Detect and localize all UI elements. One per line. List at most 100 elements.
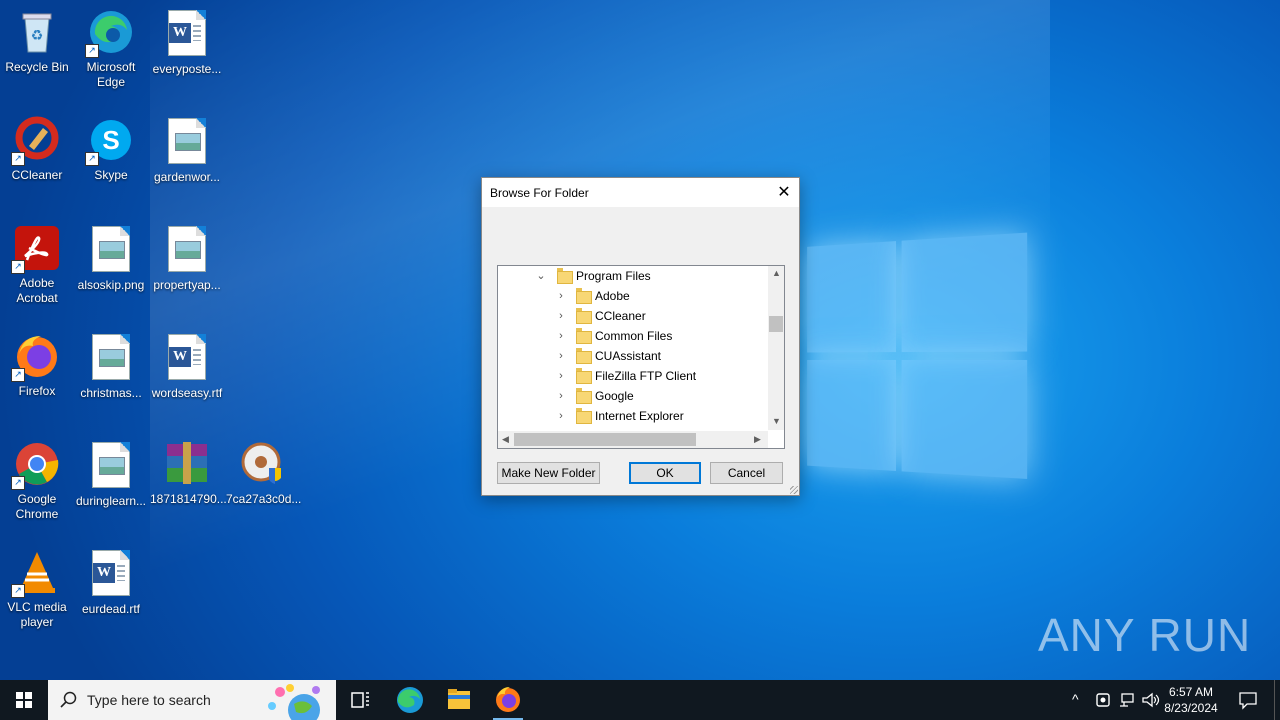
horizontal-scroll-thumb[interactable] (514, 433, 696, 446)
tree-item-adobe[interactable]: › Adobe (498, 286, 768, 306)
tree-item-label: CCleaner (595, 309, 646, 323)
desktop-icon-google-chrome[interactable]: ↗ Google Chrome (0, 440, 74, 522)
folder-icon (576, 368, 592, 384)
chevron-right-icon[interactable]: › (556, 406, 566, 426)
image-file-icon (163, 118, 211, 166)
folder-icon (557, 268, 573, 284)
task-view-button[interactable] (336, 680, 384, 720)
vertical-scroll-thumb[interactable] (769, 316, 783, 332)
anyrun-watermark: ANY RUN (1038, 609, 1252, 661)
ok-button[interactable]: OK (629, 462, 701, 484)
chevron-down-icon[interactable]: ⌄ (536, 266, 546, 286)
shortcut-arrow-icon: ↗ (11, 368, 25, 382)
close-icon[interactable]: ✕ (769, 178, 799, 207)
shortcut-arrow-icon: ↗ (85, 44, 99, 58)
taskbar-search-box[interactable]: Type here to search (48, 680, 336, 720)
desktop-icon-duringlearn[interactable]: duringlearn... (74, 440, 148, 509)
tree-item-common-files[interactable]: › Common Files (498, 326, 768, 346)
vlc-icon: ↗ (11, 548, 61, 598)
meet-now-icon[interactable] (1094, 691, 1112, 709)
resize-grip-icon[interactable] (790, 486, 798, 494)
desktop-icon-vlc[interactable]: ↗ VLC media player (0, 548, 74, 630)
chevron-right-icon[interactable]: › (556, 326, 566, 346)
scroll-left-icon[interactable]: ◀ (502, 434, 509, 445)
chevron-right-icon[interactable]: › (556, 366, 566, 386)
cancel-button[interactable]: Cancel (710, 462, 783, 484)
tree-item-google[interactable]: › Google (498, 386, 768, 406)
desktop-icon-eurdead[interactable]: W eurdead.rtf (74, 548, 148, 617)
tree-item-label: Program Files (576, 269, 651, 283)
chevron-right-icon[interactable]: › (556, 306, 566, 326)
desktop-icon-1871814790[interactable]: 1871814790... (150, 440, 227, 507)
browse-for-folder-dialog: Browse For Folder ✕ ⌄ Program Files › Ad… (481, 177, 800, 496)
desktop-icon-wordseasy[interactable]: W wordseasy.rtf (150, 332, 224, 401)
clock-date: 8/23/2024 (1164, 701, 1218, 715)
taskbar-clock[interactable]: 6:57 AM 8/23/2024 (1156, 684, 1226, 716)
desktop-icon-firefox[interactable]: ↗ Firefox (0, 332, 74, 399)
desktop-icon-7ca27a3c0d[interactable]: 7ca27a3c0d... (226, 440, 301, 507)
tree-item-filezilla[interactable]: › FileZilla FTP Client (498, 366, 768, 386)
search-placeholder: Type here to search (87, 692, 211, 708)
start-button[interactable] (0, 680, 48, 720)
svg-text:S: S (102, 125, 119, 155)
desktop-icon-propertyap[interactable]: propertyap... (150, 224, 224, 293)
desktop-icon-everyposte[interactable]: W everyposte... (150, 8, 224, 77)
horizontal-scrollbar[interactable]: ◀ ▶ (498, 431, 768, 448)
tree-item-internet-explorer[interactable]: › Internet Explorer (498, 406, 768, 426)
tree-item-program-files[interactable]: ⌄ Program Files (498, 266, 768, 286)
desktop-icon-gardenwor[interactable]: gardenwor... (150, 116, 224, 185)
task-view-icon (351, 692, 369, 708)
desktop-icon-christmas[interactable]: christmas... (74, 332, 148, 401)
taskbar: Type here to search ^ 6:57 AM 8/23/2024 (0, 680, 1280, 720)
dialog-title: Browse For Folder (490, 186, 589, 200)
desktop-icon-edge[interactable]: ↗ Microsoft Edge (74, 8, 148, 90)
firefox-icon (496, 687, 520, 712)
show-desktop-button[interactable] (1274, 680, 1280, 720)
folder-icon (576, 408, 592, 424)
shortcut-arrow-icon: ↗ (11, 584, 25, 598)
desktop-icon-recycle-bin[interactable]: ♻ Recycle Bin (0, 8, 74, 75)
action-center-icon[interactable] (1238, 690, 1258, 710)
installer-icon (239, 440, 287, 488)
taskbar-edge-button[interactable] (386, 680, 434, 720)
edge-icon (397, 687, 423, 713)
chevron-right-icon[interactable]: › (556, 386, 566, 406)
winrar-archive-icon (163, 440, 211, 488)
clock-time: 6:57 AM (1168, 685, 1214, 699)
word-document-icon: W (163, 334, 211, 382)
scroll-right-icon[interactable]: ▶ (754, 434, 761, 445)
image-file-icon (87, 442, 135, 490)
tree-item-label: Internet Explorer (595, 409, 684, 423)
tree-item-ccleaner[interactable]: › CCleaner (498, 306, 768, 326)
taskbar-firefox-button[interactable] (484, 680, 532, 720)
desktop-icon-alsoskip[interactable]: alsoskip.png (74, 224, 148, 293)
chrome-icon: ↗ (11, 440, 61, 490)
shortcut-arrow-icon: ↗ (11, 260, 25, 274)
svg-text:♻: ♻ (31, 27, 44, 43)
folder-icon (576, 388, 592, 404)
file-explorer-icon (448, 689, 470, 709)
image-file-icon (87, 226, 135, 274)
desktop-icon-skype[interactable]: S ↗ Skype (74, 116, 148, 183)
taskbar-file-explorer-button[interactable] (435, 680, 483, 720)
scroll-down-icon[interactable]: ▼ (772, 416, 781, 426)
shortcut-arrow-icon: ↗ (11, 476, 25, 490)
folder-tree[interactable]: ⌄ Program Files › Adobe › CCleaner › Com… (497, 265, 785, 449)
network-icon[interactable] (1118, 691, 1136, 709)
shortcut-arrow-icon: ↗ (85, 152, 99, 166)
chevron-right-icon[interactable]: › (556, 346, 566, 366)
skype-icon: S ↗ (85, 116, 135, 166)
chevron-up-icon[interactable]: ^ (1072, 691, 1079, 707)
desktop-icon-adobe-acrobat[interactable]: ↗ Adobe Acrobat (0, 224, 74, 306)
vertical-scrollbar[interactable]: ▲ ▼ (768, 266, 784, 430)
make-new-folder-button[interactable]: Make New Folder (497, 462, 600, 484)
chevron-right-icon[interactable]: › (556, 286, 566, 306)
image-file-icon (87, 334, 135, 382)
dialog-title-bar[interactable]: Browse For Folder ✕ (482, 178, 799, 207)
desktop-icon-ccleaner[interactable]: ↗ CCleaner (0, 116, 74, 183)
tree-item-cuassistant[interactable]: › CUAssistant (498, 346, 768, 366)
ccleaner-icon: ↗ (11, 116, 61, 166)
tree-item-label: Common Files (595, 329, 673, 343)
scroll-up-icon[interactable]: ▲ (772, 268, 781, 278)
tree-item-label: Google (595, 389, 634, 403)
